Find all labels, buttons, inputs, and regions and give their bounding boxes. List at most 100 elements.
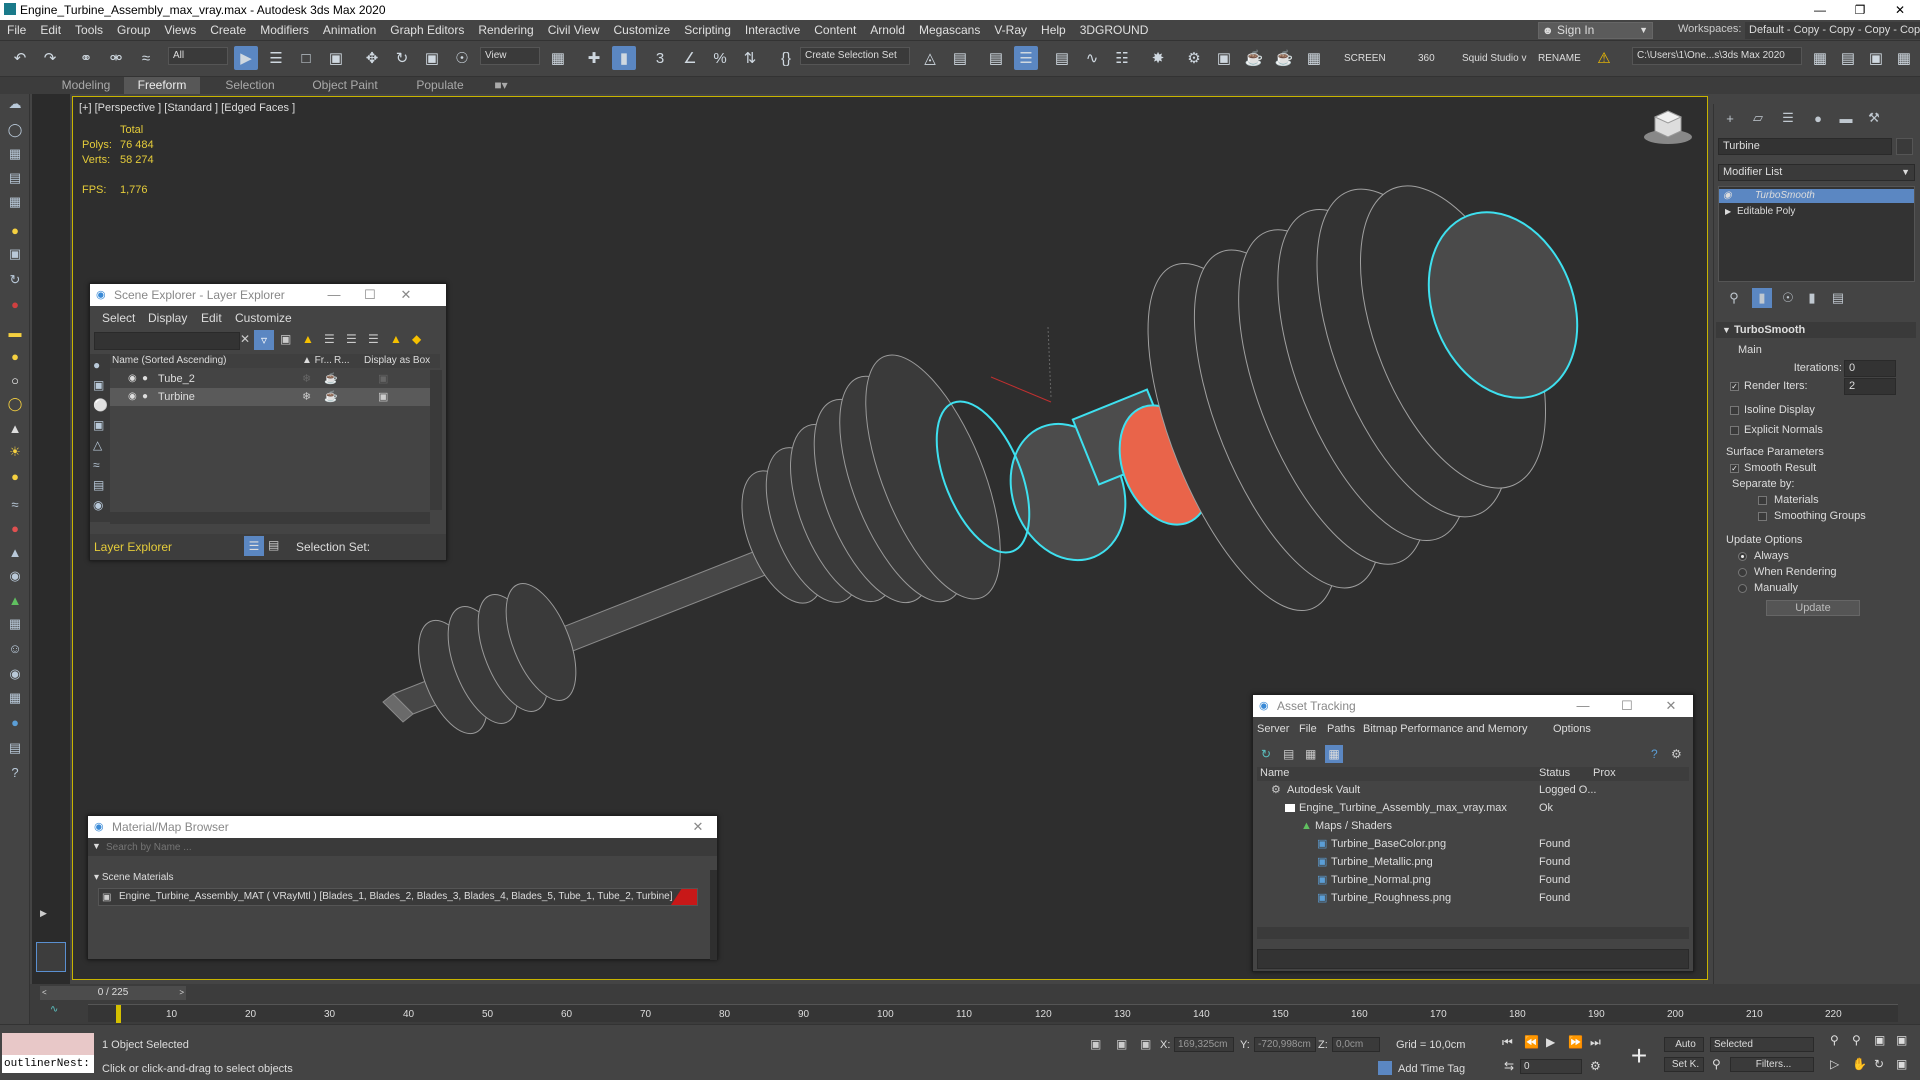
create-tab-icon[interactable]: + xyxy=(1720,108,1740,128)
col-name[interactable]: Name (Sorted Ascending) xyxy=(112,355,227,366)
window-crossing-icon[interactable]: ▣ xyxy=(324,46,348,70)
col-proxy[interactable]: Prox xyxy=(1593,767,1616,779)
menu-animation[interactable]: Animation xyxy=(316,23,383,37)
rendered-frame-icon[interactable]: ▣ xyxy=(1212,46,1236,70)
placement-icon[interactable]: ☉ xyxy=(450,46,474,70)
percent-snap-icon[interactable]: % xyxy=(708,46,732,70)
material-editor-icon[interactable]: ✸ xyxy=(1146,46,1170,70)
display-cameras-icon[interactable]: ▣ xyxy=(93,418,104,432)
material-scrollbar[interactable] xyxy=(710,870,717,960)
cameras-icon[interactable]: ▤ xyxy=(5,168,25,188)
squid-studio-button[interactable]: Squid Studio v xyxy=(1462,53,1527,64)
warning-icon[interactable]: ⚠ xyxy=(1592,46,1616,70)
maximize-icon[interactable]: ☐ xyxy=(354,284,386,306)
render-iters-spinner[interactable]: 2 xyxy=(1844,378,1896,395)
undo-icon[interactable]: ↶ xyxy=(8,46,32,70)
schematic-view-icon[interactable]: ☷ xyxy=(1110,46,1134,70)
systems-icon[interactable]: ● xyxy=(5,294,25,314)
layer-explorer-icon[interactable]: ☰ xyxy=(1014,46,1038,70)
table-row[interactable]: ◉ ● Tube_2 ❄ ☕ ▣ xyxy=(110,370,430,388)
align-icon[interactable]: ▤ xyxy=(948,46,972,70)
menu-customize[interactable]: Customize xyxy=(607,23,678,37)
lock-icon[interactable]: ▣ xyxy=(280,332,291,346)
menu-edit[interactable]: Edit xyxy=(33,23,68,37)
modify-tab-icon[interactable]: ▱ xyxy=(1748,108,1768,128)
bulb-icon[interactable]: ● xyxy=(5,220,25,240)
display-groups-icon[interactable]: ▤ xyxy=(93,478,104,492)
save-project-icon[interactable]: ▣ xyxy=(1864,46,1888,70)
material-search-input[interactable] xyxy=(106,840,706,854)
table-row[interactable]: ▣ Turbine_BaseColor.png Found xyxy=(1257,835,1689,853)
utilities-tab-icon[interactable]: ⚒ xyxy=(1864,108,1884,128)
project-folder-icon[interactable]: ▦ xyxy=(1808,46,1832,70)
render-production-icon[interactable]: ☕ xyxy=(1242,46,1266,70)
angle-snap-icon[interactable]: ∠ xyxy=(678,46,702,70)
box-icon[interactable]: ▣ xyxy=(378,388,388,406)
se-menu-edit[interactable]: Edit xyxy=(201,311,222,325)
plane-icon[interactable]: ▬ xyxy=(5,322,25,342)
go-to-start-icon[interactable]: ⏮ xyxy=(1502,1035,1513,1050)
at-menu-file[interactable]: File xyxy=(1299,723,1317,735)
close-icon[interactable]: ✕ xyxy=(682,816,714,838)
modifier-list-dropdown[interactable]: Modifier List ▼ xyxy=(1718,164,1915,181)
smooth-result-checkbox[interactable]: ✓ xyxy=(1730,464,1739,473)
se-menu-select[interactable]: Select xyxy=(102,311,135,325)
minimize-icon[interactable]: — xyxy=(1567,695,1599,717)
next-key-icon[interactable]: ⏩ xyxy=(1568,1035,1583,1049)
help-icon[interactable]: ? xyxy=(5,762,25,782)
menu-views[interactable]: Views xyxy=(157,23,203,37)
sync-icon[interactable]: ◆ xyxy=(412,332,421,346)
time-config-icon[interactable]: ⚙ xyxy=(1590,1059,1601,1073)
scale-icon[interactable]: ▣ xyxy=(420,46,444,70)
cloth-icon[interactable]: ▦ xyxy=(5,688,25,708)
tab-modeling[interactable]: Modeling xyxy=(46,77,126,94)
layer-name[interactable]: Tube_2 xyxy=(158,370,195,388)
key-set-dropdown[interactable]: Selected xyxy=(1710,1037,1814,1052)
se-vertical-scrollbar[interactable] xyxy=(430,370,442,510)
list-view-icon[interactable]: ▤ xyxy=(1283,747,1294,761)
time-cursor[interactable] xyxy=(116,1005,121,1023)
stack-item-turbosmooth[interactable]: ◉ TurboSmooth xyxy=(1719,189,1914,203)
lights-icon[interactable]: ▦ xyxy=(5,144,25,164)
track-bar[interactable]: 10 20 30 40 50 60 70 80 90 100 110 120 1… xyxy=(88,1004,1898,1023)
wave-icon[interactable]: ≈ xyxy=(5,494,25,514)
close-icon[interactable]: ✕ xyxy=(390,284,422,306)
render-icon[interactable]: ☕ xyxy=(324,370,338,388)
settings-icon[interactable]: ⚙ xyxy=(1671,747,1682,761)
menu-megascans[interactable]: Megascans xyxy=(912,23,987,37)
menu-group[interactable]: Group xyxy=(110,23,157,37)
absolute-mode-icon[interactable]: ▣ xyxy=(1140,1037,1151,1051)
maxscript-listener[interactable]: outlinerNest: xyxy=(2,1055,94,1073)
at-horizontal-scrollbar[interactable] xyxy=(1257,927,1689,939)
rotate-icon[interactable]: ↻ xyxy=(390,46,414,70)
viewport-label[interactable]: [+] [Perspective ] [Standard ] [Edged Fa… xyxy=(79,102,295,114)
layers-icon[interactable]: ☰ xyxy=(324,332,335,346)
orbit-icon[interactable]: ↻ xyxy=(1874,1057,1884,1071)
table-row[interactable]: ⚙ Autodesk Vault Logged O... xyxy=(1257,781,1689,799)
table-row[interactable]: ▣ Turbine_Metallic.png Found xyxy=(1257,853,1689,871)
link-icon[interactable]: ⚭ xyxy=(74,46,98,70)
zoom-icon[interactable]: ⚲ xyxy=(1830,1033,1839,1047)
pan-icon[interactable]: ✋ xyxy=(1852,1057,1867,1071)
bind-spacewarp-icon[interactable]: ≈ xyxy=(134,46,158,70)
at-menu-bitmap-performance[interactable]: Bitmap Performance and Memory xyxy=(1363,723,1527,735)
menu-civil-view[interactable]: Civil View xyxy=(541,23,607,37)
collapse-arrow-icon[interactable]: ▼ xyxy=(1722,322,1731,338)
key-icon[interactable]: ⚲ xyxy=(1712,1057,1721,1071)
utility-icon[interactable]: ▤ xyxy=(5,738,25,758)
expand-arrow-icon[interactable]: ▶ xyxy=(40,908,47,919)
y-coordinate-field[interactable]: -720,998cm xyxy=(1254,1037,1316,1052)
se-horizontal-scrollbar[interactable] xyxy=(110,512,430,524)
bone-icon[interactable]: ▲ xyxy=(5,542,25,562)
object-color-swatch[interactable] xyxy=(1896,138,1913,155)
close-icon[interactable]: ✕ xyxy=(1880,0,1920,20)
curve-editor-icon[interactable]: ∿ xyxy=(1080,46,1104,70)
render-icon[interactable]: ☕ xyxy=(324,388,338,406)
isoline-checkbox[interactable] xyxy=(1730,406,1739,415)
menu-modifiers[interactable]: Modifiers xyxy=(253,23,316,37)
curve-editor-mini-icon[interactable]: ∿ xyxy=(50,1004,58,1015)
biped-icon[interactable]: ☺ xyxy=(5,638,25,658)
render-setup-icon[interactable]: ⚙ xyxy=(1182,46,1206,70)
vray-icon[interactable]: ● xyxy=(5,712,25,732)
move-icon[interactable]: ✥ xyxy=(360,46,384,70)
